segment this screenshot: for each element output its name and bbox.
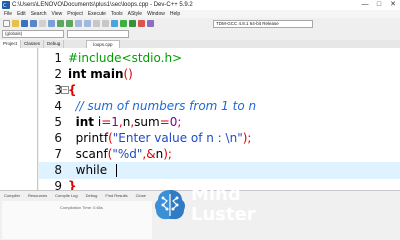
brain-icon	[154, 190, 186, 220]
code-text: #include<stdio.h>	[68, 51, 183, 65]
code-line-8-current: 8 while	[39, 162, 400, 179]
brand-name-line2: Luster	[191, 204, 256, 225]
code-text: // sum of numbers from 1 to n	[68, 99, 257, 113]
undo-icon[interactable]	[57, 20, 64, 27]
menu-file[interactable]: File	[4, 10, 12, 18]
output-tabs: Compiler Resources Compile Log Debug Fin…	[2, 193, 148, 199]
code-text: while	[68, 162, 107, 179]
code-text: scanf("%d",&n);	[68, 147, 172, 161]
menu-astyle[interactable]: AStyle	[128, 10, 142, 18]
code-text: int i=1,n,sum=0;	[75, 115, 182, 129]
devcpp-app-icon: C	[2, 1, 10, 9]
indent-icon[interactable]	[93, 20, 100, 27]
close-file-icon[interactable]	[39, 20, 46, 27]
run-icon[interactable]	[120, 20, 127, 27]
tab-file-loops[interactable]: loops.cpp	[86, 40, 120, 48]
tab-find-results[interactable]: Find Results	[103, 193, 129, 199]
tab-close[interactable]: Close	[134, 193, 148, 199]
code-line-2: 2 int main()	[39, 66, 400, 83]
code-text-current: while	[68, 163, 108, 177]
line-number: 2	[54, 67, 62, 81]
code-line-1: 1 #include<stdio.h>	[39, 50, 400, 67]
compile-icon[interactable]	[111, 20, 118, 27]
code-line-4: 4 // sum of numbers from 1 to n	[39, 98, 400, 115]
svg-text:C: C	[3, 3, 7, 9]
tab-debug-output[interactable]: Debug	[84, 193, 100, 199]
line-number: 1	[54, 51, 62, 65]
scope-select[interactable]: (globals)	[2, 30, 64, 38]
window-title: C:\Users\LENOVO\Documents\plus1\sec\loop…	[12, 2, 193, 8]
print-icon[interactable]	[48, 20, 55, 27]
stop-icon[interactable]	[138, 20, 145, 27]
tab-classes[interactable]: Classes	[21, 40, 45, 48]
main-toolbar	[0, 18, 400, 29]
compile-time: Compilation Time: 0.66s	[60, 205, 103, 210]
text-cursor	[116, 164, 117, 177]
code-line-7: 7 scanf("%d",&n);	[39, 146, 400, 163]
mindluster-logo: Mind Luster	[151, 183, 271, 229]
tab-resources[interactable]: Resources	[26, 193, 49, 199]
debug-icon[interactable]	[147, 20, 154, 27]
menu-execute[interactable]: Execute	[88, 10, 106, 18]
line-number: 8	[54, 163, 62, 177]
tab-compile-log[interactable]: Compile Log	[53, 193, 79, 199]
panel-tabs: Project Classes Debug loops.cpp	[0, 40, 400, 48]
redo-icon[interactable]	[66, 20, 73, 27]
symbol-select[interactable]	[67, 30, 129, 38]
new-file-icon[interactable]	[3, 20, 10, 27]
code-line-6: 6 printf("Enter value of n : \n");	[39, 130, 400, 147]
line-number: 5	[54, 115, 62, 129]
menu-window[interactable]: Window	[147, 10, 165, 18]
code-text: }	[68, 179, 77, 190]
line-number: 4	[54, 99, 62, 113]
title-bar: C C:\Users\LENOVO\Documents\plus1\sec\lo…	[0, 0, 400, 10]
minimize-button[interactable]: —	[358, 0, 372, 10]
window-controls: — □ ✕	[358, 0, 400, 10]
replace-icon[interactable]	[84, 20, 91, 27]
tab-project[interactable]: Project	[0, 40, 22, 48]
open-folder-icon[interactable]	[12, 20, 19, 27]
menu-search[interactable]: Search	[31, 10, 47, 18]
close-button[interactable]: ✕	[386, 0, 400, 10]
project-browser[interactable]	[0, 48, 38, 190]
menu-view[interactable]: View	[52, 10, 63, 18]
code-editor[interactable]: 1 #include<stdio.h> 2 int main() 3 − { 4…	[39, 48, 400, 190]
menu-tools[interactable]: Tools	[111, 10, 123, 18]
compiler-select[interactable]: TDM-GCC 4.8.1 64-bit Release	[213, 20, 313, 28]
tab-debug[interactable]: Debug	[44, 40, 65, 48]
code-text: printf("Enter value of n : \n");	[68, 131, 252, 145]
menu-edit[interactable]: Edit	[17, 10, 26, 18]
save-all-icon[interactable]	[30, 20, 37, 27]
save-icon[interactable]	[21, 20, 28, 27]
menu-project[interactable]: Project	[67, 10, 83, 18]
code-text: {	[68, 83, 77, 97]
line-number: 9	[54, 179, 62, 190]
line-number: 3	[54, 83, 62, 97]
unindent-icon[interactable]	[102, 20, 109, 27]
code-line-3: 3 − {	[39, 82, 400, 99]
line-number: 6	[54, 131, 62, 145]
code-text: int main()	[68, 67, 133, 81]
line-number: 7	[54, 147, 62, 161]
brand-name-line1: Mind	[191, 184, 241, 205]
tab-compiler[interactable]: Compiler	[2, 193, 22, 199]
code-line-5: 5 int i=1,n,sum=0;	[39, 114, 400, 131]
compile-run-icon[interactable]	[129, 20, 136, 27]
maximize-button[interactable]: □	[372, 0, 386, 10]
menu-bar: File Edit Search View Project Execute To…	[0, 10, 400, 18]
find-icon[interactable]	[75, 20, 82, 27]
menu-help[interactable]: Help	[170, 10, 180, 18]
